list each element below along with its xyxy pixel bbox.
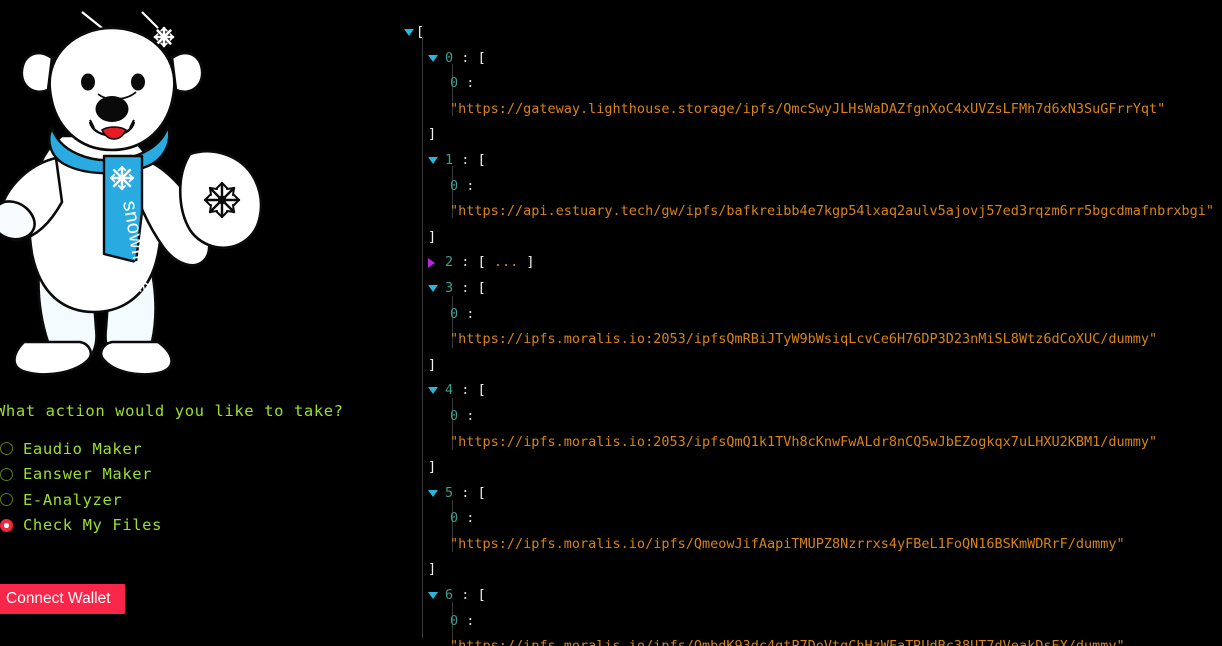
radio-indicator-selected[interactable] — [0, 519, 13, 532]
json-key: 2 — [445, 254, 453, 270]
radio-option-check-my-files[interactable]: Check My Files — [0, 513, 338, 539]
json-string-value: "https://gateway.lighthouse.storage/ipfs… — [450, 101, 1165, 117]
json-string-value: "https://ipfs.moralis.io:2053/ipfsQmQ1k1… — [450, 434, 1157, 450]
radio-indicator[interactable] — [0, 468, 13, 481]
json-colon: : — [461, 587, 469, 603]
json-colon: : — [461, 280, 469, 296]
json-colon: : — [461, 485, 469, 501]
json-colon: : — [466, 613, 474, 629]
json-string-value-row-4: "https://ipfs.moralis.io:2053/ipfsQmQ1k1… — [400, 430, 1222, 456]
json-collapsed-preview: ... — [494, 254, 518, 270]
json-colon: : — [466, 408, 474, 424]
chevron-right-icon[interactable] — [428, 250, 439, 276]
json-child-key-row-0: 0 : — [400, 71, 1222, 97]
json-child-key-row-3: 0 : — [400, 302, 1222, 328]
json-key: 0 — [450, 75, 458, 91]
json-bracket: [ — [478, 382, 486, 398]
json-string-value-row-3: "https://ipfs.moralis.io:2053/ipfsQmRBiJ… — [400, 327, 1222, 353]
json-bracket: [ — [478, 50, 486, 66]
radio-option-eaudio-maker[interactable]: Eaudio Maker — [0, 436, 338, 462]
json-child-key-row-1: 0 : — [400, 174, 1222, 200]
json-close-bracket-5: ] — [400, 557, 1222, 583]
json-array-node-1[interactable]: 1 : [ — [400, 148, 1222, 174]
json-key: 4 — [445, 382, 453, 398]
json-key: 3 — [445, 280, 453, 296]
json-root-row[interactable]: [ — [400, 20, 1222, 46]
json-colon: : — [466, 75, 474, 91]
chevron-down-icon[interactable] — [428, 46, 439, 72]
json-array-node-6[interactable]: 6 : [ — [400, 583, 1222, 609]
json-string-value: "https://ipfs.moralis.io:2053/ipfsQmRBiJ… — [450, 331, 1157, 347]
radio-option-label: Eaudio Maker — [23, 440, 142, 458]
json-key: 6 — [445, 587, 453, 603]
json-key: 5 — [445, 485, 453, 501]
json-bracket: [ — [478, 485, 486, 501]
radio-option-e-analyzer[interactable]: E-Analyzer — [0, 487, 338, 513]
json-close-bracket-0: ] — [400, 122, 1222, 148]
json-bracket: ] — [428, 357, 436, 373]
json-key: 0 — [450, 510, 458, 526]
json-bracket: ] — [428, 561, 436, 577]
json-bracket: ] — [526, 254, 534, 270]
json-string-value-row-0: "https://gateway.lighthouse.storage/ipfs… — [400, 97, 1222, 123]
json-bracket: [ — [478, 280, 486, 296]
radio-option-eanswer-maker[interactable]: Eanswer Maker — [0, 462, 338, 488]
chevron-down-icon[interactable] — [428, 378, 439, 404]
json-colon: : — [461, 254, 469, 270]
json-key: 0 — [450, 408, 458, 424]
json-bracket: ] — [428, 126, 436, 142]
chevron-down-icon[interactable] — [404, 20, 415, 46]
snowflake-polar-bear-mascot-image: snowflake — [0, 6, 290, 386]
json-key: 0 — [450, 178, 458, 194]
json-close-bracket-1: ] — [400, 225, 1222, 251]
connect-wallet-button[interactable]: Connect Wallet — [0, 584, 125, 614]
json-string-value: "https://api.estuary.tech/gw/ipfs/bafkre… — [450, 203, 1214, 219]
json-close-bracket-3: ] — [400, 353, 1222, 379]
chevron-down-icon[interactable] — [428, 481, 439, 507]
json-array-node-3[interactable]: 3 : [ — [400, 276, 1222, 302]
json-string-value: "https://ipfs.moralis.io/ipfs/QmbdK93dc4… — [450, 638, 1125, 646]
json-child-key-row-5: 0 : — [400, 506, 1222, 532]
json-colon: : — [466, 306, 474, 322]
json-colon: : — [461, 50, 469, 66]
json-array-node-4[interactable]: 4 : [ — [400, 378, 1222, 404]
json-bracket: [ — [416, 24, 424, 40]
json-array-node-0[interactable]: 0 : [ — [400, 46, 1222, 72]
json-string-value-row-6: "https://ipfs.moralis.io/ipfs/QmbdK93dc4… — [400, 634, 1222, 646]
chevron-down-icon[interactable] — [428, 276, 439, 302]
app-root: snowflake What action would you like to … — [0, 0, 1222, 646]
json-string-value-row-5: "https://ipfs.moralis.io/ipfs/QmeowJifAa… — [400, 532, 1222, 558]
chevron-down-icon[interactable] — [428, 583, 439, 609]
json-colon: : — [466, 510, 474, 526]
chevron-down-icon[interactable] — [428, 148, 439, 174]
json-bracket: [ — [478, 254, 486, 270]
radio-option-label: Check My Files — [23, 516, 162, 534]
action-radio-group[interactable]: Eaudio Maker Eanswer Maker E-Analyzer Ch… — [0, 436, 338, 538]
radio-indicator[interactable] — [0, 493, 13, 506]
radio-indicator[interactable] — [0, 442, 13, 455]
json-string-value: "https://ipfs.moralis.io/ipfs/QmeowJifAa… — [450, 536, 1125, 552]
json-bracket: [ — [478, 587, 486, 603]
json-array-node-5[interactable]: 5 : [ — [400, 481, 1222, 507]
json-bracket: ] — [428, 459, 436, 475]
json-close-bracket-4: ] — [400, 455, 1222, 481]
json-child-key-row-6: 0 : — [400, 609, 1222, 635]
json-colon: : — [466, 178, 474, 194]
json-string-value-row-1: "https://api.estuary.tech/gw/ipfs/bafkre… — [400, 199, 1222, 225]
json-colon: : — [461, 382, 469, 398]
page-title: What action would you like to take? — [0, 402, 344, 420]
left-panel: snowflake What action would you like to … — [0, 0, 400, 646]
json-bracket: ] — [428, 229, 436, 245]
json-array-node-2-collapsed[interactable]: 2 : [ ... ] — [400, 250, 1222, 276]
json-bracket: [ — [478, 152, 486, 168]
json-key: 0 — [450, 306, 458, 322]
json-tree-viewer[interactable]: [ 0 : [ 0 : "https://gateway.lighthouse.… — [400, 0, 1222, 646]
radio-option-label: Eanswer Maker — [23, 465, 152, 483]
json-colon: : — [461, 152, 469, 168]
json-key: 0 — [450, 613, 458, 629]
radio-option-label: E-Analyzer — [23, 491, 122, 509]
json-child-key-row-4: 0 : — [400, 404, 1222, 430]
